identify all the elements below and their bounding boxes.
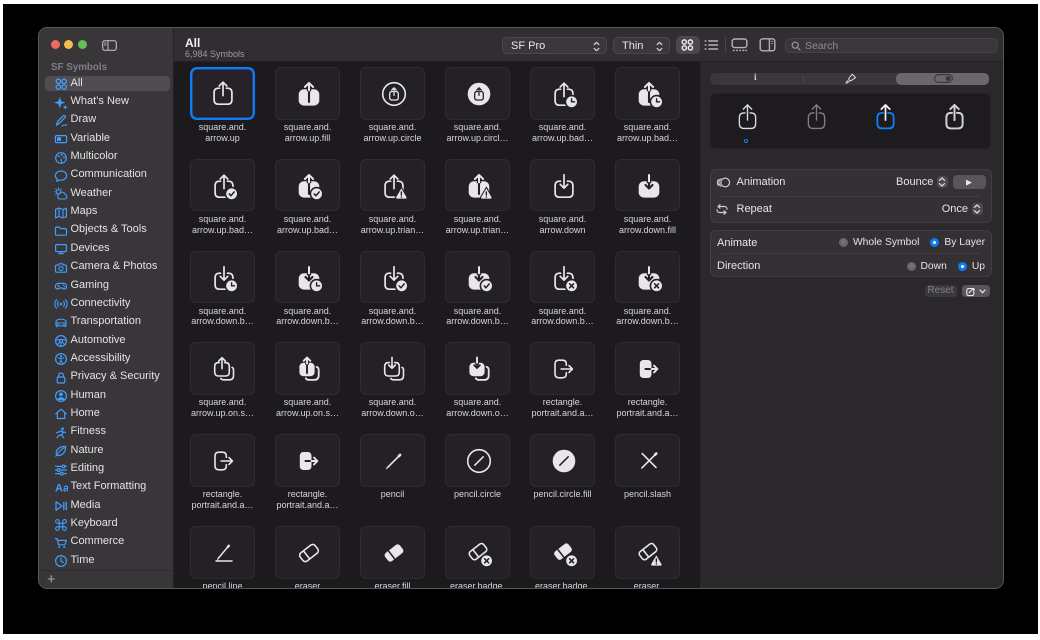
svg-text:Aa: Aa xyxy=(55,482,68,494)
